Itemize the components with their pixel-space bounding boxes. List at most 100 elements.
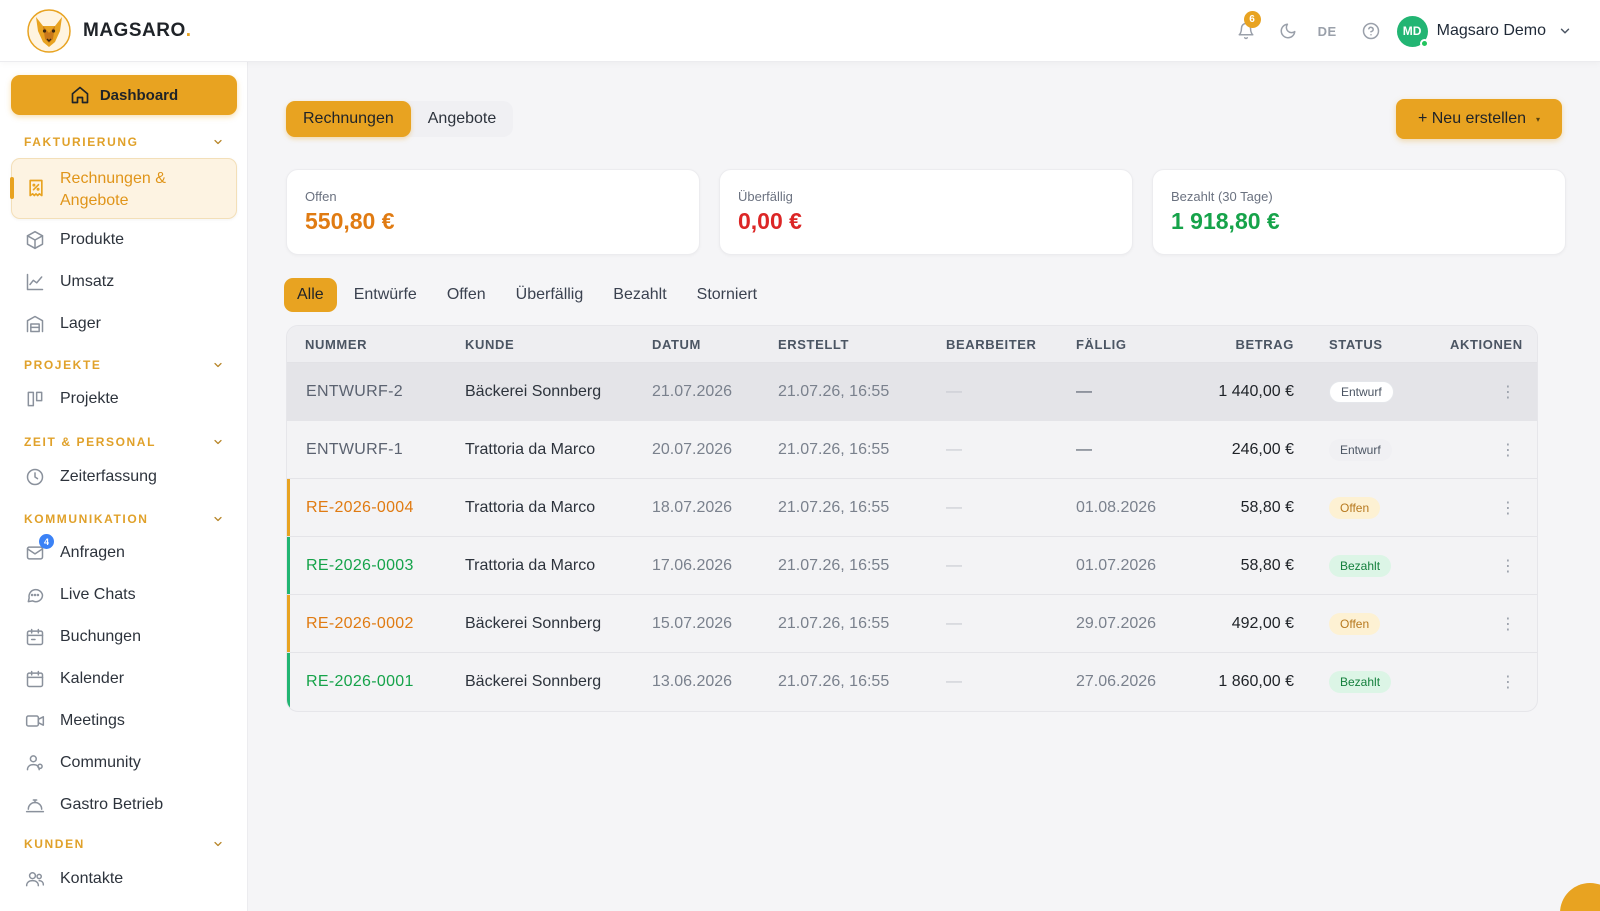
column-header-datum[interactable]: DATUM — [652, 326, 701, 363]
amount: 58,80 € — [1240, 556, 1294, 574]
more-actions-icon[interactable]: ⋮ — [1500, 537, 1516, 594]
filter-ueberfaellig[interactable]: Überfällig — [503, 278, 597, 312]
dashboard-label: Dashboard — [99, 86, 179, 104]
table-row[interactable]: ENTWURF-2 Bäckerei Sonnberg 21.07.2026 2… — [287, 363, 1537, 421]
sidebar-item-live-chats[interactable]: Live Chats — [24, 584, 234, 606]
sidebar-item-buchungen[interactable]: Buchungen — [24, 626, 234, 648]
active-indicator — [10, 177, 14, 199]
invoice-number[interactable]: RE-2026-0003 — [306, 537, 414, 594]
filter-entwuerfe[interactable]: Entwürfe — [341, 278, 430, 312]
filter-offen[interactable]: Offen — [434, 278, 499, 312]
sidebar-item-meetings[interactable]: Meetings — [24, 710, 234, 732]
column-header-erstellt[interactable]: ERSTELLT — [778, 326, 849, 363]
filter-bezahlt[interactable]: Bezahlt — [600, 278, 679, 312]
invoice-number[interactable]: RE-2026-0001 — [306, 653, 414, 711]
table-row[interactable]: ENTWURF-1 Trattoria da Marco 20.07.2026 … — [287, 421, 1537, 479]
due-date: 01.07.2026 — [1076, 556, 1157, 574]
assignee: — — [946, 498, 962, 516]
logo[interactable]: MAGSARO. — [27, 9, 192, 53]
tab-angebote[interactable]: Angebote — [411, 101, 514, 137]
filter-storniert[interactable]: Storniert — [684, 278, 770, 312]
invoice-date: 17.06.2026 — [652, 556, 733, 574]
theme-toggle-button[interactable] — [1270, 14, 1306, 48]
sidebar-item-zeiterfassung[interactable]: Zeiterfassung — [24, 466, 234, 488]
amount: 492,00 € — [1231, 614, 1294, 632]
invoice-number[interactable]: RE-2026-0002 — [306, 595, 414, 652]
due-date: 01.08.2026 — [1076, 498, 1157, 516]
more-actions-icon[interactable]: ⋮ — [1500, 363, 1516, 420]
chevron-down-icon — [212, 436, 224, 448]
sidebar-item-label: Lager — [60, 315, 101, 332]
more-actions-icon[interactable]: ⋮ — [1500, 479, 1516, 536]
status-badge: Entwurf — [1329, 380, 1394, 403]
sidebar-item-label: Kalender — [60, 670, 125, 687]
created-at: 21.07.26, 16:55 — [778, 614, 890, 632]
dashboard-button[interactable]: Dashboard — [11, 75, 237, 115]
column-header-status[interactable]: STATUS — [1329, 326, 1383, 363]
more-actions-icon[interactable]: ⋮ — [1500, 653, 1516, 711]
more-actions-icon[interactable]: ⋮ — [1500, 421, 1516, 478]
section-label: ZEIT & PERSONAL — [24, 435, 157, 449]
summary-card-ueberfaellig: Überfällig 0,00 € — [719, 169, 1133, 255]
floating-action-button[interactable] — [1560, 883, 1600, 911]
assignee: — — [946, 614, 962, 632]
column-header-nummer[interactable]: NUMMER — [305, 326, 367, 363]
sidebar-item-projekte[interactable]: Projekte — [24, 388, 234, 410]
sidebar-item-community[interactable]: Community — [24, 752, 234, 774]
sidebar-item-rechnungen[interactable]: Rechnungen & Angebote — [10, 158, 237, 219]
column-header-bearbeiter[interactable]: BEARBEITER — [946, 326, 1037, 363]
filter-alle[interactable]: Alle — [284, 278, 337, 312]
notifications-button[interactable]: 6 — [1228, 11, 1264, 48]
table-row[interactable]: RE-2026-0002 Bäckerei Sonnberg 15.07.202… — [287, 595, 1537, 653]
table-header: NUMMER KUNDE DATUM ERSTELLT BEARBEITER F… — [287, 326, 1537, 363]
due-date: — — [1076, 382, 1092, 400]
table-row[interactable]: RE-2026-0001 Bäckerei Sonnberg 13.06.202… — [287, 653, 1537, 711]
help-button[interactable] — [1353, 14, 1389, 48]
new-document-button[interactable]: + Neu erstellen ▾ — [1396, 99, 1562, 139]
sidebar-item-label: Rechnungen & Angebote — [60, 170, 166, 209]
home-icon — [71, 86, 89, 104]
invoice-number[interactable]: RE-2026-0004 — [306, 479, 414, 536]
more-actions-icon[interactable]: ⋮ — [1500, 595, 1516, 652]
sidebar-item-umsatz[interactable]: Umsatz — [24, 271, 234, 293]
table-row[interactable]: RE-2026-0003 Trattoria da Marco 17.06.20… — [287, 537, 1537, 595]
brand-dot: . — [185, 20, 192, 41]
warehouse-icon — [24, 313, 46, 335]
invoice-number[interactable]: ENTWURF-2 — [306, 363, 403, 420]
section-kommunikation[interactable]: KOMMUNIKATION — [24, 512, 224, 526]
sidebar-item-anfragen[interactable]: 4 Anfragen — [24, 534, 234, 564]
sidebar-item-kalender[interactable]: Kalender — [24, 668, 234, 690]
section-zeit-personal[interactable]: ZEIT & PERSONAL — [24, 435, 224, 449]
sidebar-item-produkte[interactable]: Produkte — [24, 229, 234, 251]
tab-rechnungen[interactable]: Rechnungen — [286, 101, 411, 137]
column-header-kunde[interactable]: KUNDE — [465, 326, 514, 363]
card-value: 1 918,80 € — [1171, 208, 1280, 234]
mail-icon: 4 — [24, 534, 54, 564]
customer-name: Trattoria da Marco — [465, 498, 596, 516]
table-row[interactable]: RE-2026-0004 Trattoria da Marco 18.07.20… — [287, 479, 1537, 537]
calendar-check-icon — [24, 626, 46, 648]
card-label: Offen — [305, 189, 337, 204]
column-header-betrag[interactable]: BETRAG — [1167, 326, 1294, 363]
chevron-down-icon — [212, 359, 224, 371]
invoice-number[interactable]: ENTWURF-1 — [306, 421, 403, 478]
status-badge: Offen — [1329, 612, 1381, 635]
notification-count-badge: 6 — [1243, 11, 1261, 28]
sidebar-item-lager[interactable]: Lager — [24, 313, 234, 335]
section-projekte[interactable]: PROJEKTE — [24, 358, 224, 372]
sidebar-item-gastro-betrieb[interactable]: Gastro Betrieb — [24, 794, 234, 816]
user-menu[interactable]: MD Magsaro Demo — [1396, 15, 1572, 48]
section-fakturierung[interactable]: FAKTURIERUNG — [24, 135, 224, 149]
service-bell-icon — [24, 794, 46, 816]
sidebar-item-label: Projekte — [60, 390, 119, 407]
summary-card-offen: Offen 550,80 € — [286, 169, 700, 255]
sidebar-item-kontakte[interactable]: Kontakte — [24, 868, 234, 890]
row-status-accent — [287, 479, 290, 536]
chevron-down-icon — [212, 513, 224, 525]
section-kunden[interactable]: KUNDEN — [24, 837, 224, 851]
due-date: — — [1076, 440, 1092, 458]
sidebar-item-label: Live Chats — [60, 586, 136, 603]
column-header-faellig[interactable]: FÄLLIG — [1076, 326, 1127, 363]
invoice-date: 13.06.2026 — [652, 673, 733, 690]
language-switch[interactable]: DE — [1318, 24, 1337, 39]
